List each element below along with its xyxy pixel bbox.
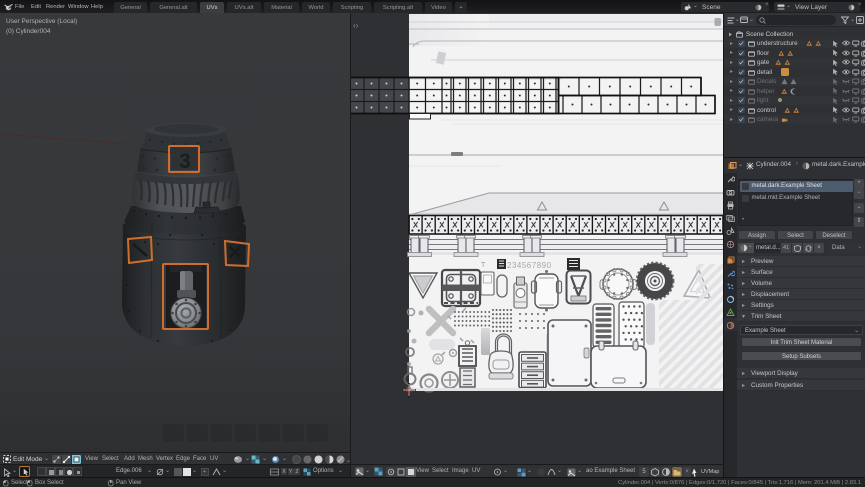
svg-text:‹›: ‹› (353, 21, 359, 30)
svg-text:3: 3 (179, 150, 191, 173)
svg-text:234567890: 234567890 (507, 261, 552, 270)
svg-text:T: T (481, 262, 486, 269)
